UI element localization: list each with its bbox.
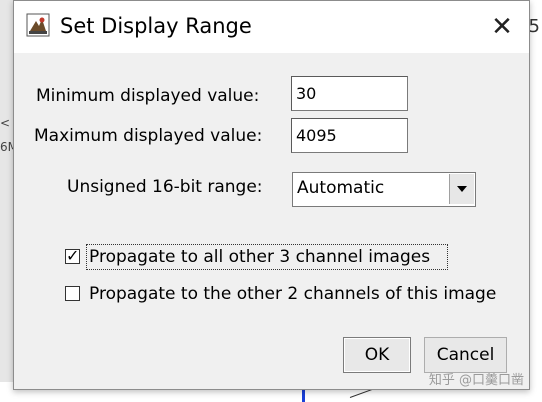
propagate-channels-checkbox[interactable] xyxy=(65,286,80,301)
max-value-label: Maximum displayed value: xyxy=(34,126,263,146)
watermark: 知乎 @口羹口凿 xyxy=(428,373,524,388)
min-value-input[interactable] xyxy=(291,76,408,111)
close-icon: ✕ xyxy=(491,12,513,42)
checkmark-icon: ✓ xyxy=(66,246,80,265)
close-button[interactable]: ✕ xyxy=(486,11,518,43)
set-display-range-dialog: Set Display Range ✕ Minimum displayed va… xyxy=(13,0,530,390)
range-label: Unsigned 16-bit range: xyxy=(67,177,263,197)
ok-button[interactable]: OK xyxy=(343,337,411,373)
range-selected-value: Automatic xyxy=(297,178,385,198)
chevron-down-icon[interactable] xyxy=(449,174,474,204)
cancel-button[interactable]: Cancel xyxy=(424,337,507,373)
propagate-all-label[interactable]: Propagate to all other 3 channel images xyxy=(89,247,430,267)
propagate-all-checkbox[interactable]: ✓ xyxy=(65,246,80,265)
propagate-channels-label[interactable]: Propagate to the other 2 channels of thi… xyxy=(89,284,496,304)
range-select[interactable]: Automatic xyxy=(292,172,476,207)
dialog-title: Set Display Range xyxy=(60,14,252,38)
background-window-right: 5 xyxy=(528,0,542,402)
min-value-label: Minimum displayed value: xyxy=(36,86,260,106)
imagej-app-icon xyxy=(26,13,50,37)
titlebar[interactable]: Set Display Range ✕ xyxy=(14,1,529,53)
max-value-input[interactable] xyxy=(291,118,408,153)
